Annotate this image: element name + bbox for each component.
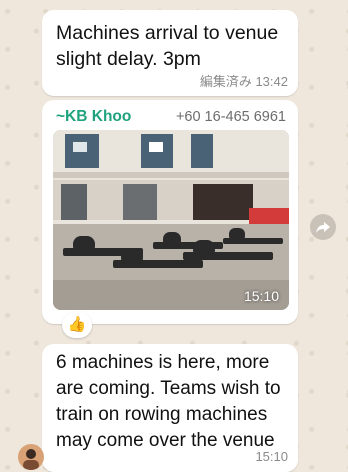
image-message-bubble[interactable]: ~KB Khoo +60 16-465 6961 15:10 (42, 100, 298, 324)
forward-arrow-icon[interactable] (310, 214, 336, 240)
sender-name[interactable]: ~KB Khoo (56, 108, 131, 126)
message-text: 6 machines is here, more are coming. Tea… (56, 352, 281, 451)
message-photo[interactable]: 15:10 (53, 130, 289, 310)
chat-background: Machines arrival to venue slight delay. … (0, 0, 348, 472)
message-bubble[interactable]: Machines arrival to venue slight delay. … (42, 10, 298, 96)
thumbs-up-icon[interactable]: 👍 (62, 312, 92, 338)
edited-label: 編集済み (199, 74, 252, 89)
sender-phone[interactable]: +60 16-465 6961 (176, 109, 286, 125)
message-time: 13:42 (255, 74, 288, 89)
photo-time: 15:10 (243, 288, 279, 304)
sender-avatar[interactable] (18, 444, 44, 470)
message-text: Machines arrival to venue slight delay. … (56, 22, 279, 70)
message-meta: 編集済み 13:42 (200, 71, 288, 90)
venue-photo (53, 130, 289, 310)
message-bubble[interactable]: 6 machines is here, more are coming. Tea… (42, 344, 298, 472)
message-time: 15:10 (255, 449, 288, 464)
